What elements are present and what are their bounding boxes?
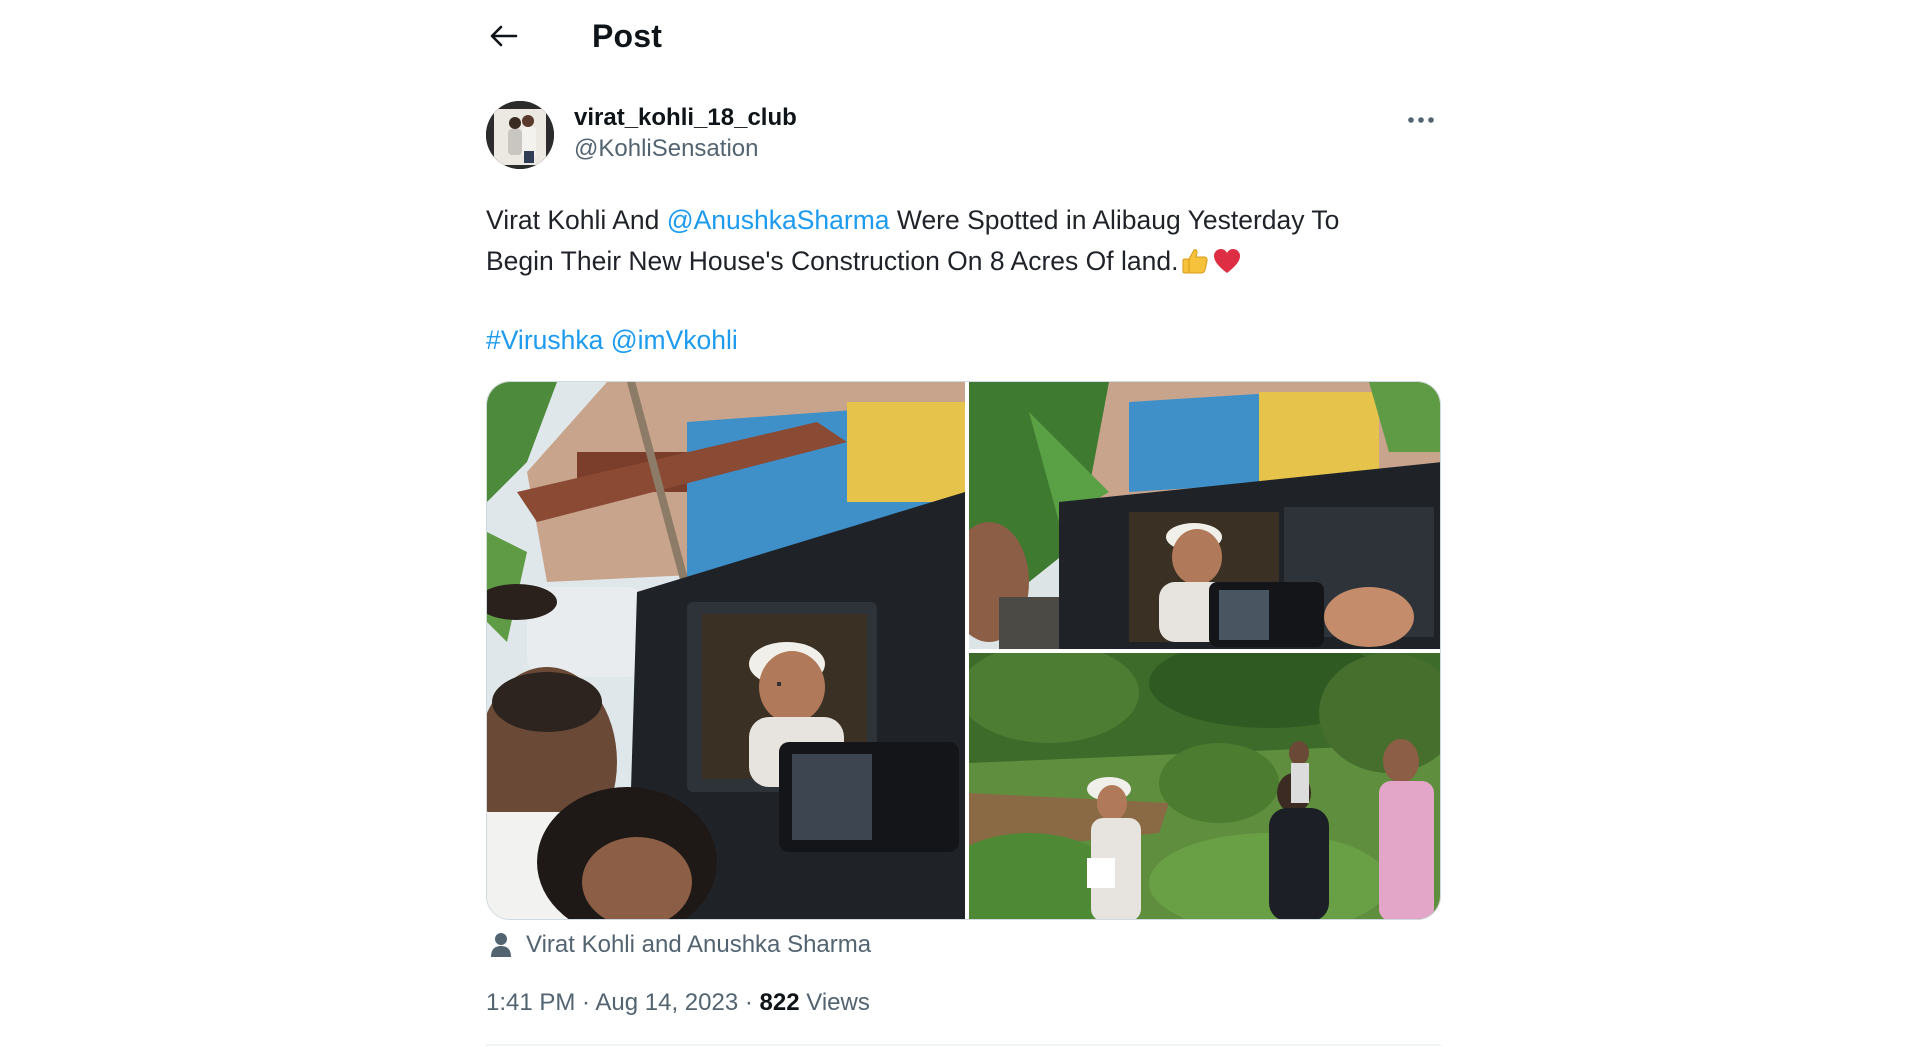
post-header: Post bbox=[486, 14, 662, 58]
post-time[interactable]: 1:41 PM bbox=[486, 989, 575, 1016]
back-button[interactable] bbox=[486, 18, 522, 54]
post-meta: 1:41 PM · Aug 14, 2023 · 822 Views bbox=[486, 989, 870, 1017]
author-handle[interactable]: @KohliSensation bbox=[574, 133, 797, 165]
post-page: Post virat_kohli_18_club @KohliSensation bbox=[0, 0, 1920, 1047]
photo-car-selfie[interactable] bbox=[969, 382, 1440, 649]
separator-dot: · bbox=[575, 989, 596, 1016]
tweet-text-part: Virat Kohli And bbox=[486, 205, 667, 235]
mention-link-vkohli[interactable]: @imVkohli bbox=[611, 325, 738, 355]
tweet-line-1: Virat Kohli And @AnushkaSharma Were Spot… bbox=[486, 200, 1446, 241]
post-date[interactable]: Aug 14, 2023 bbox=[595, 989, 738, 1016]
views-count: 822 bbox=[759, 989, 800, 1016]
mention-link-anushka[interactable]: @AnushkaSharma bbox=[667, 205, 890, 235]
avatar[interactable] bbox=[486, 101, 554, 169]
tagged-people-text: Virat Kohli and Anushka Sharma bbox=[526, 931, 872, 958]
views-label: Views bbox=[799, 989, 870, 1016]
person-icon bbox=[491, 933, 511, 957]
hashtag-link[interactable]: #Virushka bbox=[486, 325, 603, 355]
author-names: virat_kohli_18_club @KohliSensation bbox=[574, 103, 797, 165]
tagged-people[interactable]: Virat Kohli and Anushka Sharma bbox=[490, 930, 871, 960]
page-title: Post bbox=[592, 17, 663, 54]
tweet-line-2: Begin Their New House's Construction On … bbox=[486, 241, 1446, 288]
tweet-text: Virat Kohli And @AnushkaSharma Were Spot… bbox=[486, 200, 1446, 288]
hashtags-line: #Virushka @imVkohli bbox=[486, 320, 738, 361]
arrow-left-icon bbox=[490, 25, 518, 47]
separator-dot: · bbox=[738, 989, 760, 1016]
avatar-image bbox=[486, 101, 554, 169]
divider bbox=[486, 1044, 1441, 1046]
author-row: virat_kohli_18_club @KohliSensation bbox=[486, 101, 1441, 169]
tweet-text-part: Were Spotted in Alibaug Yesterday To bbox=[889, 205, 1340, 235]
photo-land-walk[interactable] bbox=[969, 653, 1440, 919]
thumbs-up-icon bbox=[1180, 246, 1210, 288]
more-options-button[interactable] bbox=[1401, 105, 1441, 135]
author-display-name[interactable]: virat_kohli_18_club bbox=[574, 103, 797, 133]
media-grid bbox=[486, 381, 1441, 920]
red-heart-icon bbox=[1212, 246, 1242, 288]
more-horizontal-icon bbox=[1408, 117, 1434, 123]
photo-car-window[interactable] bbox=[487, 382, 965, 919]
tweet-text-part: Begin Their New House's Construction On … bbox=[486, 246, 1179, 276]
